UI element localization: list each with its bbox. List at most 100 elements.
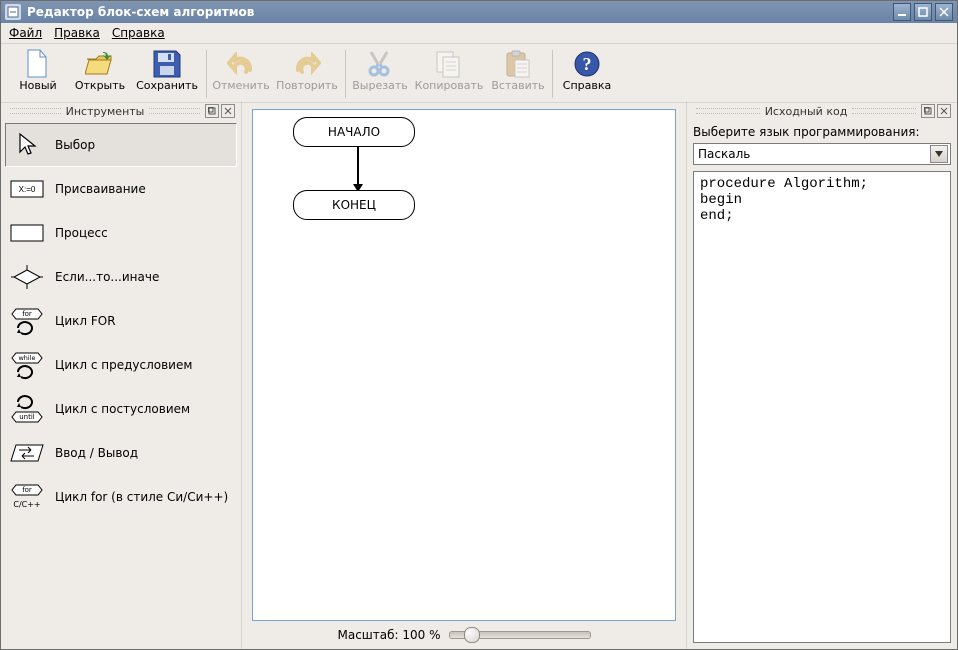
chevron-down-icon: [930, 145, 948, 163]
copy-button-label: Копировать: [415, 79, 484, 92]
panel-grip: [696, 108, 760, 114]
help-icon: ?: [572, 49, 602, 79]
undo-icon: [226, 49, 256, 79]
tool-selection[interactable]: Выбор: [5, 123, 237, 167]
save-floppy-icon: [152, 49, 182, 79]
flowchart-canvas[interactable]: НАЧАЛО КОНЕЦ: [252, 109, 676, 621]
menu-edit[interactable]: Правка: [54, 26, 100, 40]
source-code-view[interactable]: procedure Algorithm; begin end;: [693, 171, 951, 643]
toolbar: Новый Открыть Сохранить Отменить Повто: [1, 44, 957, 103]
new-file-icon: [23, 49, 53, 79]
flowchart-start-node[interactable]: НАЧАЛО: [293, 117, 415, 147]
tools-panel-title: Инструменты: [64, 105, 147, 118]
flowchart-start-label: НАЧАЛО: [328, 125, 380, 139]
tool-ifelse[interactable]: Если...то...иначе: [5, 255, 237, 299]
tool-label: Присваивание: [55, 182, 146, 196]
tool-label: Цикл с предусловием: [55, 358, 192, 372]
diamond-icon: [9, 263, 45, 291]
zoom-slider[interactable]: [449, 631, 591, 639]
copy-button[interactable]: Копировать: [411, 47, 487, 101]
app-window: Редактор блок-схем алгоритмов Файл Правк…: [0, 0, 958, 650]
window-title: Редактор блок-схем алгоритмов: [27, 5, 890, 19]
close-button[interactable]: [935, 3, 953, 21]
tool-label: Если...то...иначе: [55, 270, 159, 284]
tool-cfor[interactable]: for C/C++ Цикл for (в стиле Си/Си++): [5, 475, 237, 519]
tools-panel-float-button[interactable]: [205, 104, 219, 118]
process-icon: [9, 219, 45, 247]
tool-until[interactable]: until Цикл с постусловием: [5, 387, 237, 431]
save-button[interactable]: Сохранить: [131, 47, 203, 101]
flowchart-arrow: [352, 146, 364, 194]
language-select-value: Паскаль: [698, 147, 750, 161]
svg-text:until: until: [19, 413, 35, 421]
svg-text:C/C++: C/C++: [13, 500, 40, 509]
source-panel-close-button[interactable]: [937, 104, 951, 118]
undo-button-label: Отменить: [212, 79, 269, 92]
tool-label: Процесс: [55, 226, 108, 240]
cut-button-label: Вырезать: [352, 79, 407, 92]
menu-file[interactable]: Файл: [9, 26, 42, 40]
source-panel-title: Исходный код: [763, 105, 850, 118]
clipboard-icon: [503, 49, 533, 79]
save-button-label: Сохранить: [136, 79, 198, 92]
svg-text:for: for: [22, 310, 32, 318]
svg-text:X:=0: X:=0: [19, 185, 36, 194]
undo-button[interactable]: Отменить: [210, 47, 272, 101]
tools-panel: Инструменты Выбор X:=0: [1, 101, 242, 649]
cut-button[interactable]: Вырезать: [349, 47, 411, 101]
copy-icon: [434, 49, 464, 79]
redo-button-label: Повторить: [276, 79, 338, 92]
panel-grip: [10, 108, 61, 114]
for-loop-icon: for: [9, 307, 45, 335]
canvas-panel: НАЧАЛО КОНЕЦ Масштаб: 100 %: [242, 101, 686, 649]
panel-grip: [852, 108, 916, 114]
tool-list: Выбор X:=0 Присваивание Процесс: [5, 123, 237, 645]
toolbar-separator-2: [345, 50, 346, 98]
tool-label: Ввод / Вывод: [55, 446, 138, 460]
help-button-label: Справка: [563, 79, 611, 92]
tool-label: Цикл FOR: [55, 314, 116, 328]
svg-text:?: ?: [583, 54, 592, 74]
source-panel: Исходный код Выберите язык программирова…: [686, 101, 957, 649]
svg-text:for: for: [22, 486, 32, 494]
menu-help[interactable]: Справка: [112, 26, 165, 40]
titlebar: Редактор блок-схем алгоритмов: [1, 1, 957, 23]
menubar: Файл Правка Справка: [1, 23, 957, 44]
open-button[interactable]: Открыть: [69, 47, 131, 101]
tool-for[interactable]: for Цикл FOR: [5, 299, 237, 343]
tool-label: Выбор: [55, 138, 95, 152]
toolbar-separator-1: [206, 50, 207, 98]
assign-icon: X:=0: [9, 175, 45, 203]
paste-button[interactable]: Вставить: [487, 47, 549, 101]
flowchart-end-label: КОНЕЦ: [332, 198, 376, 212]
zoom-label: Масштаб: 100 %: [337, 628, 440, 642]
source-panel-float-button[interactable]: [921, 104, 935, 118]
language-select[interactable]: Паскаль: [693, 143, 951, 165]
tools-panel-header: Инструменты: [5, 103, 237, 119]
flowchart-end-node[interactable]: КОНЕЦ: [293, 190, 415, 220]
minimize-button[interactable]: [893, 3, 911, 21]
tool-io[interactable]: Ввод / Вывод: [5, 431, 237, 475]
zoom-bar: Масштаб: 100 %: [252, 621, 676, 645]
help-button[interactable]: ? Справка: [556, 47, 618, 101]
tool-label: Цикл for (в стиле Си/Си++): [55, 490, 228, 504]
redo-button[interactable]: Повторить: [272, 47, 342, 101]
io-icon: [9, 439, 45, 467]
tool-label: Цикл с постусловием: [55, 402, 190, 416]
paste-button-label: Вставить: [491, 79, 544, 92]
new-button-label: Новый: [19, 79, 56, 92]
new-button[interactable]: Новый: [7, 47, 69, 101]
maximize-button[interactable]: [914, 3, 932, 21]
language-label: Выберите язык программирования:: [693, 125, 951, 139]
tool-while[interactable]: while Цикл с предусловием: [5, 343, 237, 387]
tools-panel-close-button[interactable]: [221, 104, 235, 118]
until-loop-icon: until: [9, 395, 45, 423]
tool-assign[interactable]: X:=0 Присваивание: [5, 167, 237, 211]
tool-process[interactable]: Процесс: [5, 211, 237, 255]
app-icon: [5, 4, 21, 20]
zoom-slider-knob[interactable]: [464, 627, 480, 643]
while-loop-icon: while: [9, 351, 45, 379]
open-button-label: Открыть: [75, 79, 125, 92]
body: Инструменты Выбор X:=0: [1, 101, 957, 649]
pointer-icon: [9, 131, 45, 159]
